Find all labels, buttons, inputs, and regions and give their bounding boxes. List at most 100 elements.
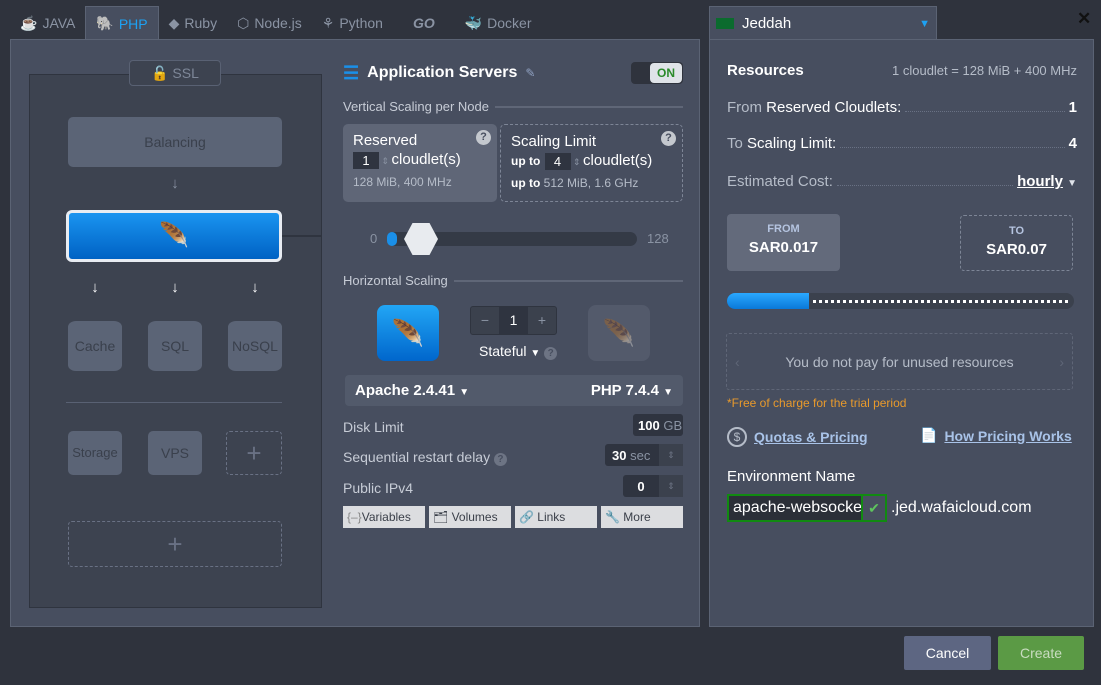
- public-ipv4-input[interactable]: 0 ⇕: [623, 475, 683, 497]
- arrow-down-icon: ↓: [91, 279, 99, 296]
- node-count[interactable]: 1: [499, 307, 528, 334]
- how-pricing-link[interactable]: 📄 How Pricing Works: [920, 427, 1072, 444]
- create-button[interactable]: Create: [998, 636, 1084, 670]
- caret-down-icon: ▼: [459, 387, 470, 398]
- ruby-icon: ◆: [168, 14, 180, 31]
- divider: [66, 402, 282, 403]
- reserved-box: Reserved 1 ⇕ cloudlet(s) 128 MiB, 400 MH…: [343, 124, 497, 202]
- quotas-link[interactable]: $ Quotas & Pricing: [727, 427, 868, 447]
- tab-php[interactable]: 🐘 PHP: [85, 6, 159, 40]
- increment-button[interactable]: +: [528, 307, 556, 334]
- reserved-cloudlets-row: From Reserved Cloudlets: 1: [727, 99, 1077, 116]
- volumes-button[interactable]: 🗂 Volumes: [429, 506, 511, 528]
- region-selector[interactable]: Jeddah ▼: [709, 6, 937, 40]
- help-icon[interactable]: ?: [476, 130, 491, 145]
- php-elephant-icon: 🐘: [96, 15, 114, 31]
- caret-down-icon: ▼: [1067, 178, 1077, 189]
- go-icon: GO: [412, 15, 435, 31]
- braces-icon: {–}: [347, 510, 362, 524]
- caret-down-icon: ▼: [530, 348, 541, 359]
- tab-docker[interactable]: 🐳 Docker: [455, 6, 542, 40]
- links-button[interactable]: 🔗 Links: [515, 506, 597, 528]
- ssl-button[interactable]: 🔓 SSL: [129, 60, 221, 86]
- tab-python[interactable]: ⚘ Python: [312, 6, 393, 40]
- add-node-button[interactable]: +: [226, 431, 282, 475]
- decrement-button[interactable]: −: [471, 307, 499, 334]
- wrench-icon: 🔧: [605, 510, 620, 524]
- cancel-button[interactable]: Cancel: [904, 636, 991, 670]
- connector-line: [282, 235, 322, 237]
- apache-node[interactable]: 🪶: [66, 210, 282, 262]
- slider-handle[interactable]: [404, 223, 438, 255]
- restart-delay-label: Sequential restart delay ?: [343, 449, 507, 466]
- add-layer-button[interactable]: +: [68, 521, 282, 567]
- server-version-dropdown[interactable]: Apache 2.4.41 ▼: [355, 382, 469, 399]
- prev-arrow-icon[interactable]: ‹: [735, 354, 740, 370]
- python-icon: ⚘: [321, 14, 335, 31]
- main-panel: Balancing ↓ 🪶 ↓ ↓ ↓ Cache SQL NoSQL Stor…: [10, 39, 700, 627]
- apache-node-icon[interactable]: 🪶: [377, 305, 439, 361]
- slider-max-label: 128: [647, 231, 669, 246]
- vps-node[interactable]: VPS: [148, 431, 202, 475]
- spinner-icon[interactable]: ⇕: [659, 475, 683, 497]
- node-count-stepper[interactable]: − 1 +: [470, 306, 557, 335]
- apache-feather-icon: 🪶: [159, 222, 189, 249]
- tab-ruby[interactable]: ◆ Ruby: [159, 6, 227, 40]
- cost-range-fill: [727, 293, 809, 309]
- restart-delay-input[interactable]: 30 sec ⇕: [605, 444, 683, 466]
- on-toggle[interactable]: ON: [631, 62, 683, 84]
- info-carousel: ‹ You do not pay for unused resources ›: [726, 333, 1073, 390]
- pricing-panel: Resources 1 cloudlet = 128 MiB + 400 MHz…: [709, 39, 1094, 627]
- nosql-node[interactable]: NoSQL: [228, 321, 282, 371]
- sql-node[interactable]: SQL: [148, 321, 202, 371]
- engine-tabs: ☕ JAVA 🐘 PHP ◆ Ruby ⬡ Node.js ⚘ Python GO 🐳 Do…: [10, 6, 700, 40]
- scaling-limit-row: To Scaling Limit: 4: [727, 135, 1077, 152]
- from-price-box: FROM SAR0.017: [727, 214, 840, 271]
- folder-icon: 🗂: [433, 510, 449, 524]
- java-icon: ☕: [20, 14, 38, 31]
- stateful-dropdown[interactable]: Stateful ▼ ?: [479, 343, 558, 360]
- disk-limit-input[interactable]: 100 GB: [633, 414, 683, 436]
- storage-node[interactable]: Storage: [68, 431, 122, 475]
- arrow-down-icon: ↓: [251, 279, 259, 296]
- dollar-icon: $: [727, 427, 747, 447]
- trial-note: *Free of charge for the trial period: [727, 396, 907, 410]
- help-icon[interactable]: ?: [661, 131, 676, 146]
- scaling-limit-input[interactable]: 4: [544, 152, 571, 170]
- lock-icon: 🔓: [151, 65, 169, 81]
- engine-version-dropdown[interactable]: PHP 7.4.4 ▼: [591, 382, 673, 399]
- section-title: Application Servers: [367, 64, 518, 81]
- edit-pencil-icon[interactable]: ✎: [525, 66, 535, 80]
- spinner-icon[interactable]: ⇕: [379, 156, 392, 166]
- balancing-node[interactable]: Balancing: [68, 117, 282, 167]
- saudi-flag-icon: [716, 18, 734, 29]
- help-icon[interactable]: ?: [544, 347, 558, 360]
- reserved-cloudlets-input[interactable]: 1: [353, 151, 379, 169]
- disabled-node-icon: 🪶: [588, 305, 650, 361]
- horizontal-scaling-title: Horizontal Scaling: [343, 273, 683, 288]
- help-icon[interactable]: ?: [493, 453, 507, 466]
- spinner-icon[interactable]: ⇕: [659, 444, 683, 466]
- close-icon[interactable]: ✕: [1077, 9, 1091, 29]
- scaling-limit-box: Scaling Limit up to 4 ⇕ cloudlet(s) up t…: [500, 124, 683, 202]
- cost-range-bar: [727, 293, 1074, 309]
- layers-icon: ☰: [343, 62, 360, 83]
- cost-period-dropdown[interactable]: hourly ▼: [1017, 173, 1077, 190]
- to-price-box: TO SAR0.07: [960, 215, 1073, 271]
- env-name-input[interactable]: apache-websocket: [727, 494, 863, 522]
- spinner-icon[interactable]: ⇕: [571, 157, 584, 167]
- arrow-down-icon: ↓: [171, 279, 179, 296]
- tab-nodejs[interactable]: ⬡ Node.js: [227, 6, 312, 40]
- more-button[interactable]: 🔧 More: [601, 506, 683, 528]
- topology-panel: Balancing ↓ 🪶 ↓ ↓ ↓ Cache SQL NoSQL Stor…: [29, 74, 322, 608]
- tab-java[interactable]: ☕ JAVA: [10, 6, 85, 40]
- vertical-scaling-title: Vertical Scaling per Node: [343, 99, 683, 114]
- variables-button[interactable]: {–}Variables: [343, 506, 425, 528]
- next-arrow-icon[interactable]: ›: [1059, 354, 1064, 370]
- cache-node[interactable]: Cache: [68, 321, 122, 371]
- env-name-label: Environment Name: [727, 468, 856, 485]
- tab-go[interactable]: GO: [393, 6, 455, 40]
- disk-limit-label: Disk Limit: [343, 419, 404, 435]
- docker-icon: 🐳: [464, 14, 483, 31]
- nodejs-icon: ⬡: [237, 14, 250, 31]
